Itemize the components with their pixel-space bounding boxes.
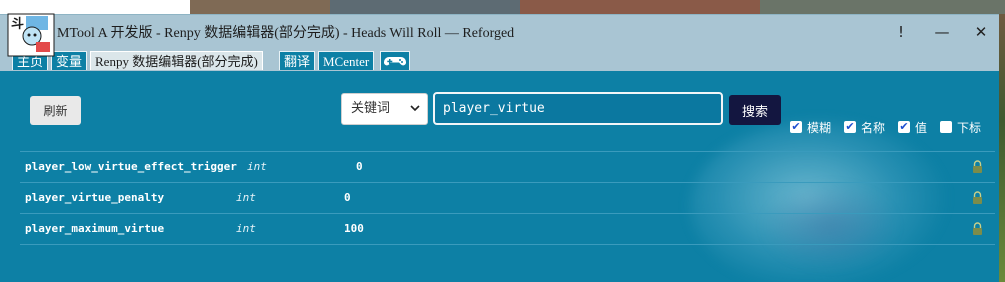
- tab-renpy-editor[interactable]: Renpy 数据编辑器(部分完成): [90, 51, 263, 70]
- table-row[interactable]: player_maximum_virtue int 100: [20, 214, 995, 245]
- variable-name: player_maximum_virtue: [25, 222, 165, 235]
- option-name-label: 名称: [861, 120, 886, 135]
- checkbox-checked-icon[interactable]: ✔: [898, 121, 910, 133]
- editor-panel: 刷新 关键词 搜索 ✔ 模糊 ✔ 名称 ✔ 值 下标 player_low_: [0, 71, 999, 282]
- app-window: MTool A 开发版 - Renpy 数据编辑器(部分完成) - Heads …: [0, 14, 999, 282]
- variable-type: int: [236, 222, 256, 235]
- minimize-button[interactable]: —: [924, 18, 960, 46]
- alert-icon: !: [897, 23, 904, 41]
- variable-type: int: [247, 160, 267, 173]
- variable-type: int: [236, 191, 256, 204]
- background-game-scene: [0, 0, 1005, 14]
- option-value[interactable]: ✔ 值: [898, 118, 927, 136]
- close-icon: ✕: [974, 23, 988, 41]
- alert-button[interactable]: !: [883, 18, 919, 46]
- tab-translate-label: 翻译: [284, 54, 311, 69]
- search-input[interactable]: [433, 92, 723, 125]
- option-name[interactable]: ✔ 名称: [844, 118, 885, 136]
- tab-mcenter-label: MCenter: [323, 54, 370, 69]
- search-mode-value: 关键词: [351, 101, 391, 116]
- checkbox-checked-icon[interactable]: ✔: [790, 121, 802, 133]
- option-index-label: 下标: [957, 120, 982, 135]
- tab-bar: 主页 变量 Renpy 数据编辑器(部分完成) 翻译 MCenter: [0, 49, 999, 71]
- variable-value[interactable]: 100: [344, 222, 364, 235]
- variable-value[interactable]: 0: [344, 191, 351, 204]
- search-button[interactable]: 搜索: [729, 95, 781, 125]
- gamepad-icon: [384, 57, 406, 66]
- option-value-label: 值: [915, 120, 928, 135]
- tab-translate[interactable]: 翻译: [279, 51, 316, 70]
- variable-name: player_low_virtue_effect_trigger: [25, 160, 237, 173]
- lock-icon[interactable]: [972, 191, 983, 204]
- app-logo-icon: 斗: [7, 13, 55, 57]
- chevron-down-icon: [409, 94, 421, 136]
- tab-renpy-editor-label: Renpy 数据编辑器(部分完成): [95, 54, 258, 69]
- lock-icon[interactable]: [972, 160, 983, 173]
- lock-icon[interactable]: [972, 222, 983, 235]
- tab-games[interactable]: [380, 51, 410, 70]
- tab-variables[interactable]: 变量: [51, 51, 88, 70]
- variable-value[interactable]: 0: [356, 160, 363, 173]
- option-fuzzy-label: 模糊: [807, 120, 832, 135]
- tab-mcenter[interactable]: MCenter: [318, 51, 375, 70]
- window-title: MTool A 开发版 - Renpy 数据编辑器(部分完成) - Heads …: [57, 26, 515, 41]
- variables-table: player_low_virtue_effect_trigger int 0 p…: [20, 151, 995, 245]
- search-mode-select[interactable]: 关键词: [341, 93, 428, 125]
- minimize-icon: —: [934, 23, 950, 41]
- option-fuzzy[interactable]: ✔ 模糊: [790, 118, 831, 136]
- option-index[interactable]: 下标: [940, 118, 981, 136]
- table-row[interactable]: player_virtue_penalty int 0: [20, 183, 995, 214]
- tab-variables-label: 变量: [56, 54, 83, 69]
- checkbox-unchecked-icon[interactable]: [940, 121, 952, 133]
- app-logo-text: 斗: [11, 17, 24, 32]
- title-bar[interactable]: MTool A 开发版 - Renpy 数据编辑器(部分完成) - Heads …: [0, 15, 999, 49]
- background-game-edge: [999, 14, 1005, 282]
- refresh-button[interactable]: 刷新: [30, 96, 81, 125]
- close-button[interactable]: ✕: [963, 18, 999, 46]
- table-row[interactable]: player_low_virtue_effect_trigger int 0: [20, 151, 995, 183]
- checkbox-checked-icon[interactable]: ✔: [844, 121, 856, 133]
- variable-name: player_virtue_penalty: [25, 191, 165, 204]
